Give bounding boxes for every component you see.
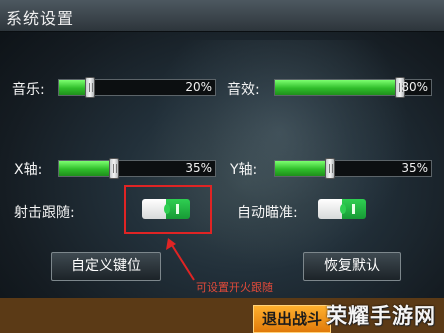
window-title: 系统设置 [6,9,75,28]
auto-aim-toggle[interactable] [318,199,366,219]
music-value: 20% [185,80,212,94]
watermark-logo: 荣耀手游网 [326,304,436,328]
annotation-note: 可设置开火跟随 [196,281,273,294]
music-label: 音乐: [12,82,45,98]
y-axis-label: Y轴: [230,162,258,178]
x-axis-slider-thumb[interactable] [108,158,119,179]
settings-screen: 系统设置 音乐: 20% 音效: 80% X轴: 35% Y轴: 35% 射击跟… [0,0,444,333]
toggle-notch [340,204,346,214]
y-axis-value: 35% [401,161,428,175]
sfx-label: 音效: [227,82,260,98]
title-bar: 系统设置 [0,0,444,32]
restore-default-button[interactable]: 恢复默认 [303,252,401,281]
y-axis-slider-thumb[interactable] [324,158,335,179]
music-volume-slider[interactable]: 20% [58,77,216,98]
sfx-slider-fill [275,80,400,95]
x-axis-value: 35% [185,161,212,175]
highlight-box [124,185,212,234]
music-slider-thumb[interactable] [85,77,96,98]
sfx-volume-slider[interactable]: 80% [274,77,432,98]
y-axis-sensitivity-slider[interactable]: 35% [274,158,432,179]
x-axis-slider-fill [59,161,114,176]
x-axis-sensitivity-slider[interactable]: 35% [58,158,216,179]
fire-follow-label: 射击跟随: [14,205,75,221]
auto-aim-label: 自动瞄准: [237,205,298,221]
y-axis-slider-fill [275,161,330,176]
exit-battle-button[interactable]: 退出战斗 [253,305,331,333]
annotation-arrow-icon [166,238,195,281]
sfx-value: 80% [401,80,428,94]
custom-keys-button[interactable]: 自定义键位 [51,252,161,281]
x-axis-label: X轴: [14,162,43,178]
